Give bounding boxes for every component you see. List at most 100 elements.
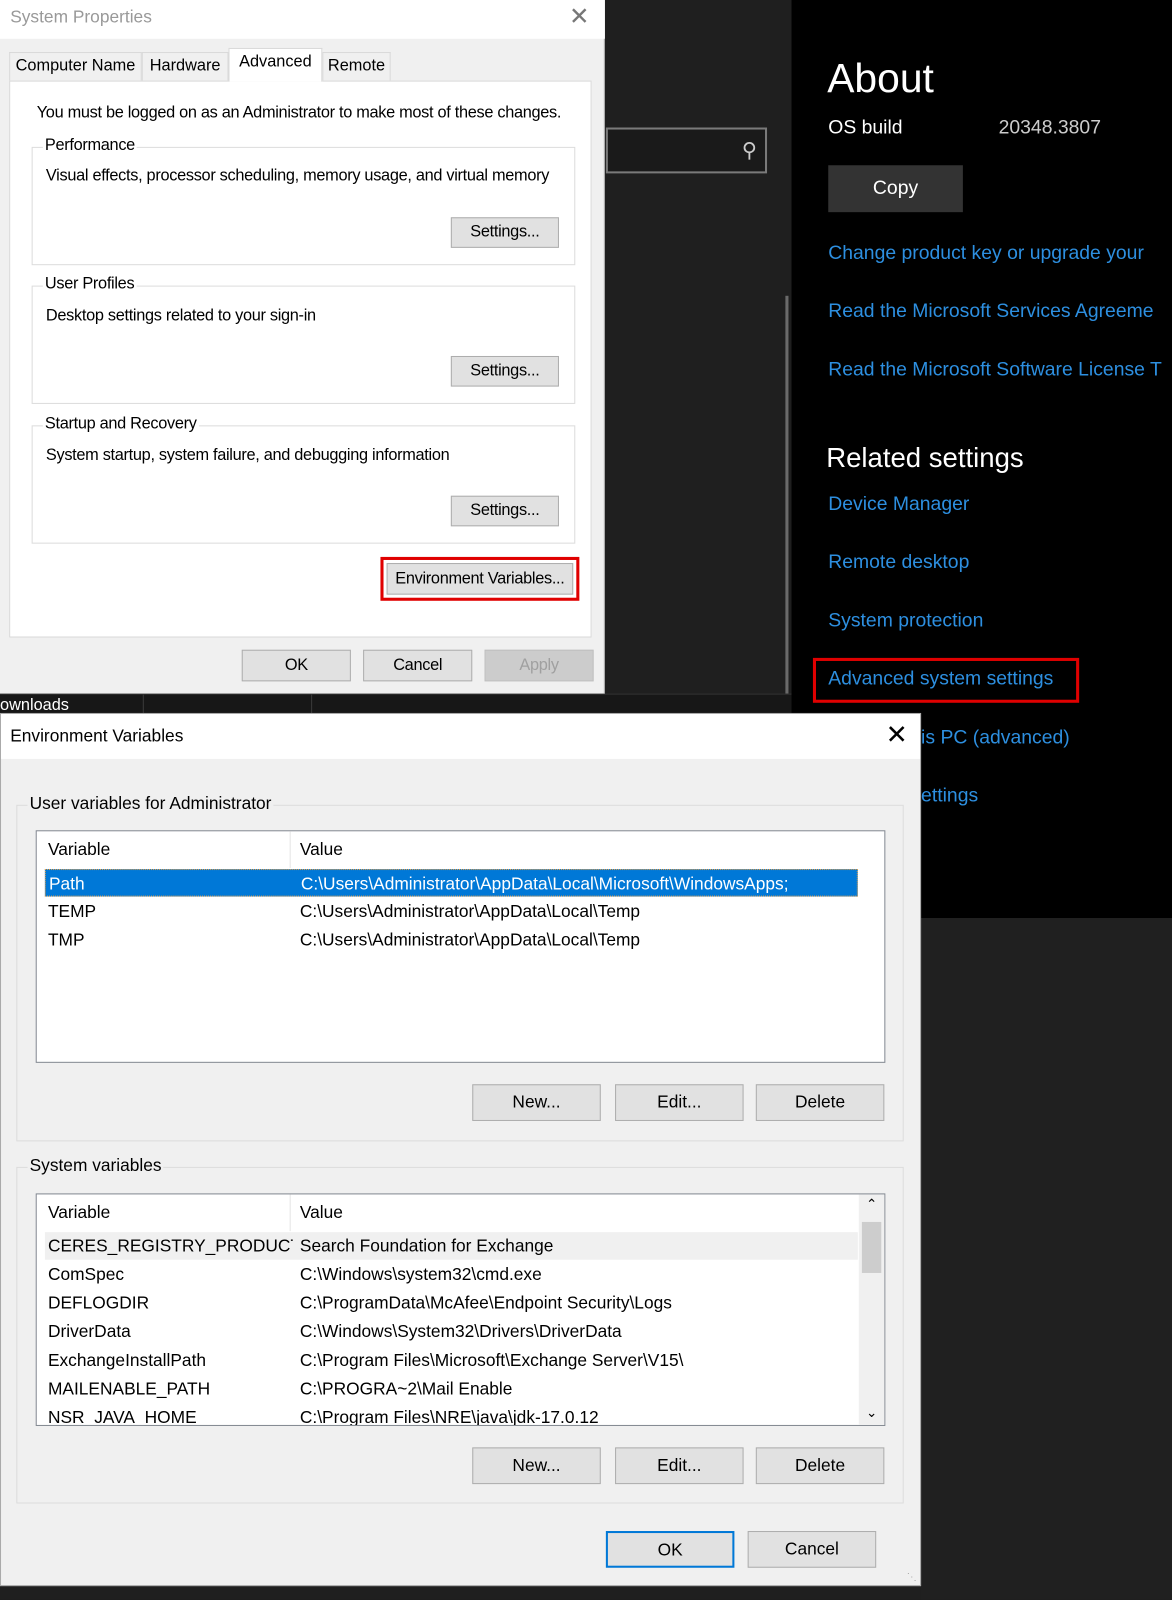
group-label: User Profiles (42, 275, 137, 294)
column-divider (311, 694, 313, 716)
column-header-variable[interactable]: Variable (48, 839, 110, 859)
group-description: Visual effects, processor scheduling, me… (45, 167, 550, 185)
table-row[interactable]: NSR_JAVA_HOME C:\Program Files\NRE\java\j… (45, 1404, 858, 1426)
variable-value: C:\Users\Administrator\AppData\Local\Tem… (299, 930, 641, 950)
apply-button[interactable]: Apply (484, 649, 594, 682)
table-row[interactable]: DEFLOGDIR C:\ProgramData\McAfee\Endpoint … (45, 1289, 858, 1317)
os-build-label: OS build (828, 117, 903, 139)
variable-name: ComSpec (47, 1264, 125, 1285)
variable-name: DriverData (47, 1321, 131, 1342)
table-row[interactable]: TEMP C:\Users\Administrator\AppData\Local… (45, 898, 858, 926)
remote-desktop-link[interactable]: Remote desktop (828, 552, 969, 574)
desktop-background (921, 918, 1172, 1600)
advanced-tab-panel: You must be logged on as an Administrato… (9, 80, 592, 638)
downloads-label: ownloads (0, 696, 69, 714)
ok-button[interactable]: OK (241, 649, 351, 682)
variable-value: Search Foundation for Exchange (299, 1236, 554, 1256)
column-divider (289, 1194, 291, 1232)
table-row[interactable]: ExchangeInstallPath C:\Program Files\Micr… (45, 1346, 858, 1374)
system-new-button[interactable]: New... (472, 1447, 601, 1485)
explorer-downloads-row[interactable]: ownloads (0, 693, 792, 716)
dialog-title: Environment Variables (1, 714, 921, 759)
group-label: Startup and Recovery (42, 415, 199, 434)
user-edit-button[interactable]: Edit... (615, 1084, 744, 1121)
table-row[interactable]: DriverData C:\Windows\System32\Drivers\Dr… (45, 1318, 858, 1346)
table-row[interactable]: ComSpec C:\Windows\system32\cmd.exe (45, 1261, 858, 1289)
related-settings-heading: Related settings (826, 442, 1024, 474)
variable-name: TEMP (47, 901, 97, 922)
variable-name: CERES_REGISTRY_PRODUCT_... (47, 1236, 293, 1256)
user-variables-label: User variables for Administrator (27, 793, 274, 814)
system-edit-button[interactable]: Edit... (615, 1447, 744, 1485)
scroll-down-icon[interactable]: ⌄ (859, 1405, 885, 1421)
performance-group: Performance Visual effects, processor sc… (31, 136, 576, 266)
environment-variables-dialog: Environment Variables ✕ User variables f… (0, 712, 922, 1587)
scrollbar-thumb[interactable] (861, 1221, 882, 1273)
variable-value: C:\Windows\system32\cmd.exe (299, 1264, 542, 1285)
user-profiles-settings-button[interactable]: Settings... (450, 355, 559, 387)
table-row[interactable]: Path C:\Users\Administrator\AppData\Local… (44, 869, 858, 897)
close-icon[interactable]: ✕ (569, 2, 590, 32)
column-divider (142, 694, 144, 716)
tab-remote[interactable]: Remote (322, 52, 391, 81)
system-protection-link[interactable]: System protection (828, 610, 983, 632)
table-row[interactable]: MAILENABLE_PATH C:\PROGRA~2\Mail Enable (45, 1375, 858, 1403)
variable-name: TMP (47, 930, 85, 950)
table-row[interactable]: TMP C:\Users\Administrator\AppData\Local\… (45, 926, 858, 954)
ok-button[interactable]: OK (605, 1531, 735, 1568)
tab-hardware[interactable]: Hardware (141, 52, 229, 81)
services-agreement-link[interactable]: Read the Microsoft Services Agreeme (828, 301, 1153, 323)
cancel-button[interactable]: Cancel (363, 649, 473, 682)
copy-button[interactable]: Copy (828, 165, 963, 213)
cancel-button[interactable]: Cancel (747, 1531, 877, 1568)
environment-variables-button[interactable]: Environment Variables... (386, 563, 574, 595)
user-new-button[interactable]: New... (472, 1084, 601, 1121)
column-header-value[interactable]: Value (300, 1203, 343, 1223)
variable-name: ExchangeInstallPath (47, 1350, 207, 1370)
settings-link[interactable]: ettings (921, 785, 978, 807)
variable-value: C:\Users\Administrator\AppData\Local\Tem… (299, 901, 641, 922)
rename-pc-link[interactable]: is PC (advanced) (921, 727, 1070, 749)
performance-settings-button[interactable]: Settings... (450, 217, 559, 248)
variable-value: C:\Users\Administrator\AppData\Local\Mic… (300, 874, 789, 894)
variable-name: NSR_JAVA_HOME (47, 1407, 197, 1426)
column-header-value[interactable]: Value (300, 839, 343, 859)
user-variables-list[interactable]: Variable Value Path C:\Users\Administrato… (35, 830, 886, 1063)
variable-value: C:\ProgramData\McAfee\Endpoint Security\… (299, 1293, 672, 1313)
system-variables-group: System variables Variable Value CERES_RE… (16, 1155, 904, 1504)
advanced-system-settings-link[interactable]: Advanced system settings (828, 668, 1053, 690)
system-properties-dialog: System Properties ✕ Computer Name Hardwa… (0, 0, 605, 694)
tab-computer-name[interactable]: Computer Name (9, 52, 142, 81)
variable-value: C:\Windows\System32\Drivers\DriverData (299, 1321, 622, 1342)
group-description: System startup, system failure, and debu… (45, 446, 450, 465)
scrollbar[interactable]: ⌃ ⌄ (858, 1194, 885, 1425)
software-license-link[interactable]: Read the Microsoft Software License T (828, 359, 1162, 381)
variable-name: MAILENABLE_PATH (47, 1379, 211, 1399)
startup-recovery-settings-button[interactable]: Settings... (450, 495, 559, 527)
variable-name: Path (48, 874, 85, 894)
scroll-up-icon[interactable]: ⌃ (859, 1196, 885, 1212)
close-icon[interactable]: ✕ (886, 719, 908, 751)
system-variables-list[interactable]: Variable Value CERES_REGISTRY_PRODUCT_..… (35, 1193, 886, 1426)
page-title: About (827, 56, 934, 101)
resize-grip-icon[interactable]: ⋱ (907, 1572, 917, 1583)
startup-recovery-group: Startup and Recovery System startup, sys… (31, 415, 576, 544)
tab-advanced[interactable]: Advanced (228, 47, 323, 82)
column-header-variable[interactable]: Variable (48, 1203, 110, 1223)
settings-search-input[interactable]: ⚲ (605, 127, 768, 174)
device-manager-link[interactable]: Device Manager (828, 494, 969, 516)
system-variables-label: System variables (27, 1155, 164, 1177)
table-row[interactable]: CERES_REGISTRY_PRODUCT_... Search Foundat… (44, 1232, 858, 1260)
change-product-key-link[interactable]: Change product key or upgrade your (828, 243, 1144, 265)
user-delete-button[interactable]: Delete (755, 1084, 885, 1121)
search-icon: ⚲ (741, 139, 757, 163)
variable-name: DEFLOGDIR (47, 1293, 150, 1313)
group-label: Performance (42, 136, 137, 156)
column-divider (289, 831, 291, 869)
system-delete-button[interactable]: Delete (755, 1447, 885, 1485)
variable-value: C:\Program Files\NRE\java\jdk-17.0.12 (299, 1407, 599, 1426)
user-variables-group: User variables for Administrator Variabl… (16, 793, 904, 1142)
settings-scrollbar[interactable] (785, 295, 789, 714)
variable-value: C:\Program Files\Microsoft\Exchange Serv… (299, 1350, 684, 1370)
dialog-title: System Properties (0, 0, 605, 39)
